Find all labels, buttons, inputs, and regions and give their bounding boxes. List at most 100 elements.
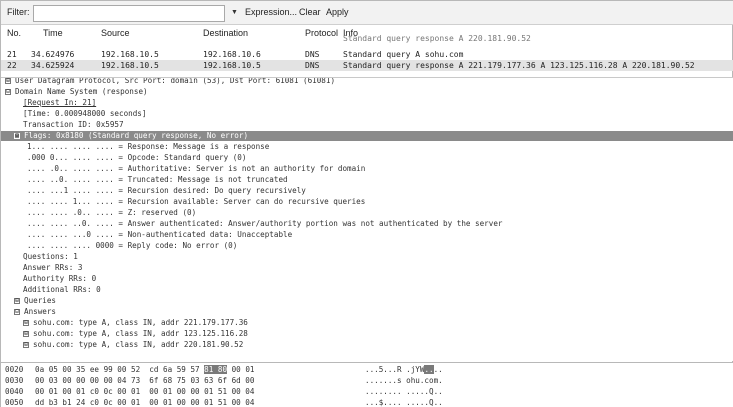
packet-cell-source: 192.168.10.5 — [101, 61, 159, 70]
detail-line[interactable]: ⊟ Flags: 0x8180 (Standard query response,… — [1, 131, 733, 141]
detail-line[interactable]: .... .... ..0. .... = Answer authenticat… — [1, 219, 733, 229]
packet-list: No. Time Source Destination Protocol Inf… — [1, 26, 733, 74]
hex-bytes-part: 00 01 — [227, 365, 255, 374]
packet-cell-time: 34.624976 — [31, 50, 75, 59]
column-header-time[interactable]: Time — [43, 28, 63, 38]
hex-ascii: ........ .....Q.. — [365, 386, 443, 397]
packet-row[interactable]: Standard query response A 220.181.90.52 — [1, 34, 733, 49]
ascii-part: ........ .....Q.. — [365, 387, 443, 396]
detail-line[interactable]: ⊞ sohu.com: type A, class IN, addr 220.18… — [1, 340, 733, 350]
detail-text: .... .... 1... .... = Recursion availabl… — [27, 197, 366, 206]
clear-button[interactable]: Clear — [299, 7, 321, 17]
detail-line[interactable]: ⊞ sohu.com: type A, class IN, addr 123.12… — [1, 329, 733, 339]
collapse-icon[interactable]: ⊟ — [14, 309, 20, 315]
detail-text: Additional RRs: 0 — [23, 285, 101, 294]
detail-line[interactable]: .... ..0. .... .... = Truncated: Message… — [1, 175, 733, 185]
hex-bytes-part: dd b3 b1 24 c0 0c 00 01 00 01 00 00 01 5… — [35, 398, 255, 407]
detail-line[interactable]: Questions: 1 — [1, 252, 733, 262]
detail-line[interactable]: .... .... .... 0000 = Reply code: No err… — [1, 241, 733, 251]
detail-text: Domain Name System (response) — [15, 87, 148, 96]
detail-line[interactable]: ⊞ Queries — [1, 296, 733, 306]
detail-text: Authority RRs: 0 — [23, 274, 97, 283]
detail-line[interactable]: ⊟ Answers — [1, 307, 733, 317]
hex-bytes: 00 01 00 01 c0 0c 00 01 00 01 00 00 01 5… — [35, 386, 254, 397]
collapse-icon[interactable]: ⊟ — [14, 133, 20, 139]
detail-line[interactable]: [Time: 0.000948000 seconds] — [1, 109, 733, 119]
detail-text: Answers — [24, 307, 57, 316]
hex-bytes: dd b3 b1 24 c0 0c 00 01 00 01 00 00 01 5… — [35, 397, 254, 407]
detail-line[interactable]: [Request In: 21] — [1, 98, 733, 108]
detail-line[interactable]: .... .... .0.. .... = Z: reserved (0) — [1, 208, 733, 218]
expand-icon[interactable]: ⊞ — [5, 78, 11, 84]
packet-cell-time: 34.625924 — [31, 61, 75, 70]
hex-row[interactable]: 0020 0a 05 00 35 ee 99 00 52 cd 6a 59 57 … — [1, 364, 733, 375]
expand-icon[interactable]: ⊞ — [23, 320, 29, 326]
filter-dropdown-icon[interactable]: ▼ — [231, 9, 238, 16]
detail-line[interactable]: .... .... ...0 .... = Non-authenticated … — [1, 230, 733, 240]
detail-line[interactable]: 1... .... .... .... = Response: Message … — [1, 142, 733, 152]
hex-bytes-part: 00 01 00 01 c0 0c 00 01 00 01 00 00 01 5… — [35, 387, 255, 396]
hex-selected-bytes: 81 80 — [204, 365, 228, 374]
packet-row[interactable]: 21 34.624976 192.168.10.5 192.168.10.6 DNS St… — [1, 49, 733, 60]
collapse-icon[interactable]: ⊟ — [5, 89, 11, 95]
hex-bytes-part: 00 03 00 00 00 00 04 73 6f 68 75 03 63 6… — [35, 376, 255, 385]
packet-row[interactable]: 22 34.625924 192.168.10.5 192.168.10.5 DNS St… — [1, 60, 733, 71]
column-header-destination[interactable]: Destination — [203, 28, 248, 38]
column-header-source[interactable]: Source — [101, 28, 130, 38]
detail-line[interactable]: Authority RRs: 0 — [1, 274, 733, 284]
detail-text: .... ...1 .... .... = Recursion desired:… — [27, 186, 306, 195]
detail-line[interactable]: .... .... 1... .... = Recursion availabl… — [1, 197, 733, 207]
ascii-selected: .. — [424, 365, 434, 374]
detail-line[interactable]: .... .0.. .... .... = Authoritative: Ser… — [1, 164, 733, 174]
detail-text: Transaction ID: 0x5957 — [23, 120, 124, 129]
filter-label: Filter: — [7, 7, 30, 17]
detail-line[interactable]: .000 0... .... .... = Opcode: Standard q… — [1, 153, 733, 163]
hex-offset: 0050 — [5, 398, 24, 407]
expand-icon[interactable]: ⊞ — [14, 298, 20, 304]
packet-details-pane: ⊞ User Datagram Protocol, Src Port: domai… — [1, 77, 733, 361]
detail-text: [Time: 0.000948000 seconds] — [23, 109, 147, 118]
hex-ascii: ...5...R .jYW.... — [365, 364, 443, 375]
hex-ascii: ...$.... .....Q.. — [365, 397, 443, 407]
hex-bytes: 0a 05 00 35 ee 99 00 52 cd 6a 59 57 81 8… — [35, 364, 254, 375]
column-header-no[interactable]: No. — [7, 28, 21, 38]
packet-cell-info: Standard query A sohu.com — [343, 50, 464, 59]
filter-input[interactable] — [33, 5, 225, 22]
hex-offset: 0040 — [5, 387, 24, 396]
detail-text: Flags: 0x8180 (Standard query response, … — [24, 131, 249, 140]
hex-row[interactable]: 0030 00 03 00 00 00 00 04 73 6f 68 75 03 … — [1, 375, 733, 386]
detail-line[interactable]: ⊟ Domain Name System (response) — [1, 87, 733, 97]
detail-line[interactable]: .... ...1 .... .... = Recursion desired:… — [1, 186, 733, 196]
packet-cell-source: 192.168.10.5 — [101, 50, 159, 59]
expression-button[interactable]: Expression... — [245, 7, 297, 17]
packet-cell-destination: 192.168.10.6 — [203, 50, 261, 59]
expand-icon[interactable]: ⊞ — [23, 331, 29, 337]
hex-bytes: 00 03 00 00 00 00 04 73 6f 68 75 03 63 6… — [35, 375, 254, 386]
detail-line[interactable]: Additional RRs: 0 — [1, 285, 733, 295]
packet-cell-no: 22 — [7, 61, 17, 70]
apply-button[interactable]: Apply — [326, 7, 349, 17]
ascii-part: .. — [433, 365, 443, 374]
detail-text: .... ..0. .... .... = Truncated: Message… — [27, 175, 288, 184]
detail-line[interactable]: Transaction ID: 0x5957 — [1, 120, 733, 130]
hex-ascii: .......s ohu.com. — [365, 375, 443, 386]
hex-row[interactable]: 0050 dd b3 b1 24 c0 0c 00 01 00 01 00 00 … — [1, 397, 733, 407]
ascii-part: ...5...R .jYW — [365, 365, 425, 374]
detail-text: .... .... ...0 .... = Non-authenticated … — [27, 230, 293, 239]
detail-line[interactable]: Answer RRs: 3 — [1, 263, 733, 273]
filter-toolbar: Filter: ▼ Expression... Clear Apply — [1, 1, 733, 25]
hex-bytes-part: 0a 05 00 35 ee 99 00 52 cd 6a 59 57 — [35, 365, 205, 374]
detail-text: .... .... ..0. .... = Answer authenticat… — [27, 219, 503, 228]
hex-row[interactable]: 0040 00 01 00 01 c0 0c 00 01 00 01 00 00 … — [1, 386, 733, 397]
ascii-part: .......s ohu.com. — [365, 376, 443, 385]
expand-icon[interactable]: ⊞ — [23, 342, 29, 348]
packet-cell-protocol: DNS — [305, 61, 320, 70]
detail-text: Answer RRs: 3 — [23, 263, 83, 272]
detail-line[interactable]: ⊞ sohu.com: type A, class IN, addr 221.17… — [1, 318, 733, 328]
detail-line[interactable]: ⊞ User Datagram Protocol, Src Port: domai… — [1, 77, 733, 86]
column-header-protocol[interactable]: Protocol — [305, 28, 338, 38]
packet-cell-info: Standard query response A 221.179.177.36… — [343, 61, 695, 70]
detail-text: User Datagram Protocol, Src Port: domain… — [15, 77, 336, 85]
detail-text: .000 0... .... .... = Opcode: Standard q… — [27, 153, 247, 162]
packet-cell-protocol: DNS — [305, 50, 320, 59]
